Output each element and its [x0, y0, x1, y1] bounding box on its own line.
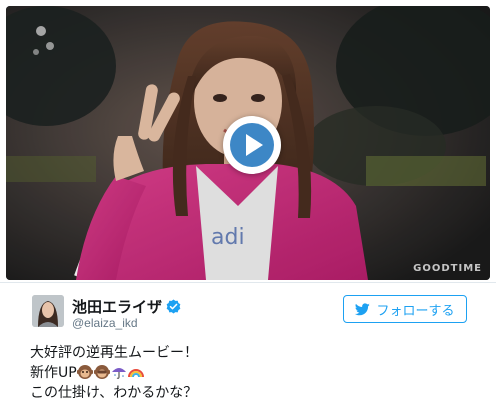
umbrella-icon	[111, 368, 126, 379]
video-player[interactable]: adi GOODTIME	[6, 6, 490, 280]
follow-button-label: フォローする	[376, 303, 455, 319]
verified-badge-icon	[166, 298, 181, 314]
tweet-line-3: この仕掛け、わかるかな？	[30, 385, 198, 400]
play-icon	[230, 123, 274, 167]
avatar-image	[32, 295, 64, 327]
monkey-face-icon	[93, 365, 110, 379]
author-name-line: 池田エライザ	[72, 296, 181, 316]
rainbow-icon	[127, 369, 144, 378]
tweet-line-2: 新作UP	[30, 363, 470, 383]
user-handle[interactable]: @elaiza_ikd	[72, 316, 138, 330]
follow-button[interactable]: フォローする	[343, 295, 467, 323]
embedded-tweet-card: adi GOODTIME 池田エライザ @elaiza_ikd フォローする 大…	[0, 0, 496, 400]
avatar[interactable]	[32, 295, 64, 327]
tweet-line-2-text: 新作UP	[30, 365, 77, 381]
video-watermark: GOODTIME	[413, 263, 482, 274]
play-button[interactable]	[223, 116, 281, 174]
display-name[interactable]: 池田エライザ	[72, 296, 162, 317]
tweet-section: 池田エライザ @elaiza_ikd フォローする 大好評の逆再生ムービー！ 新…	[0, 282, 496, 400]
monkey-face-icon	[76, 365, 93, 379]
tweet-text: 大好評の逆再生ムービー！ 新作UP この仕掛け、わかるかな？	[30, 343, 470, 400]
twitter-bird-icon	[355, 302, 371, 315]
tweet-line-1: 大好評の逆再生ムービー！	[30, 345, 198, 361]
